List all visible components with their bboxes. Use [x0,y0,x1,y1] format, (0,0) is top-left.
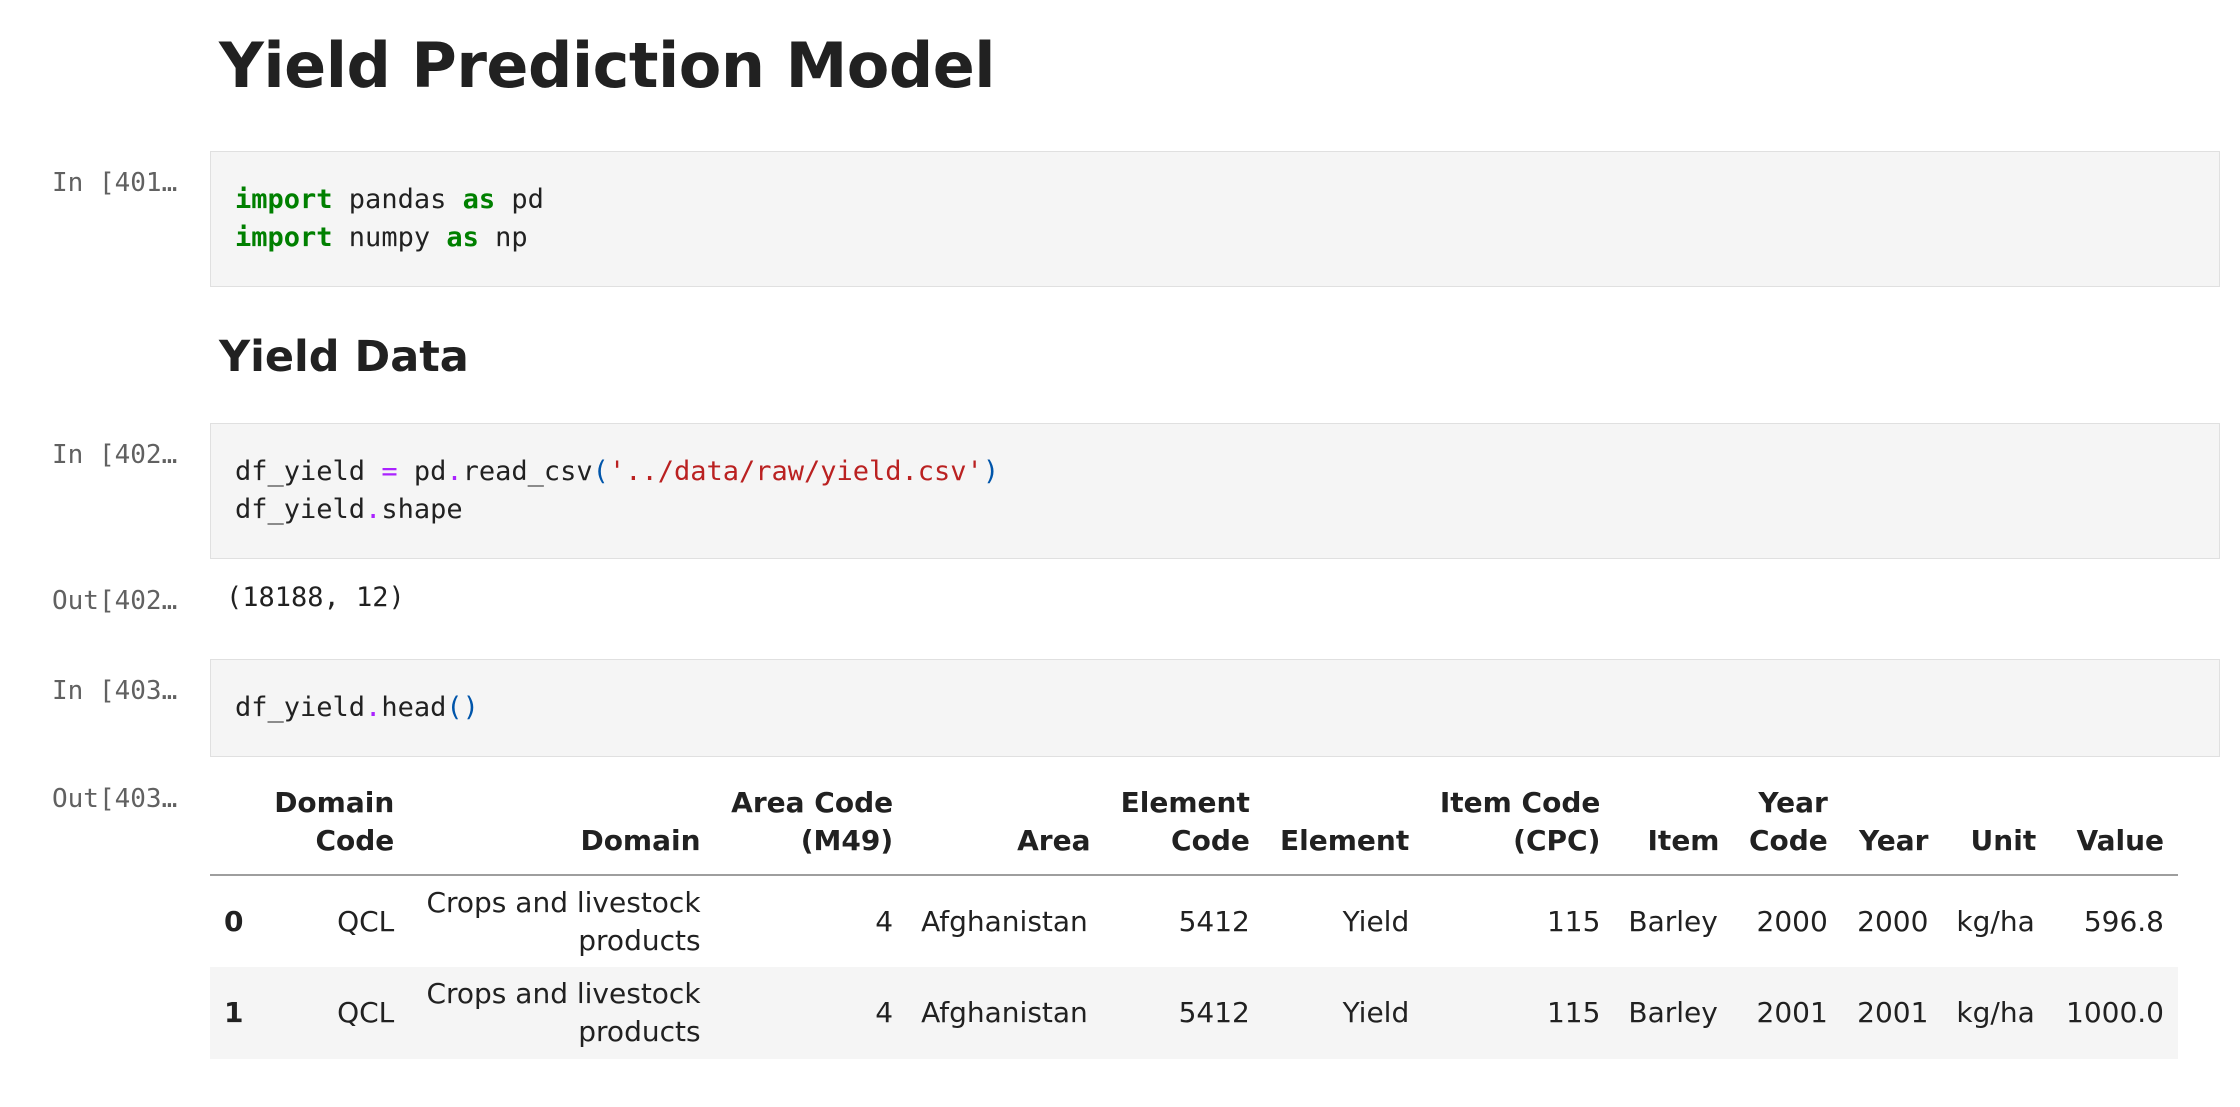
code-token: . [446,456,463,487]
column-header: Domain [408,778,715,876]
code-token: '../data/raw/yield.csv' [608,456,983,487]
table-cell: 596.8 [2083,904,2164,938]
table-cell: Crops and livestock products [408,967,715,1059]
code-cell-403[interactable]: df_yield.head() [210,659,2220,757]
code-token: = [381,456,398,487]
code-token: np [478,222,528,253]
table-cell: Yield [1263,967,1424,1059]
table-cell: kg/ha [1942,967,2051,1059]
code-token: df_yield [235,692,366,723]
code-token: read_csv [462,456,593,487]
code-token: df_yield [235,494,366,525]
table-cell: QCL [258,967,409,1059]
column-header: Area [907,778,1105,876]
code-token: head [381,692,447,723]
table-cell: Afghanistan [921,904,1088,938]
table-cell: Barley [1628,904,1718,938]
column-header: Year Code [1733,778,1842,876]
output-prompt-402: Out[402… [52,586,178,616]
table-cell: kg/ha [1956,904,2035,938]
code-token: pandas [332,184,463,215]
table-cell: 4 [875,904,894,938]
column-header: Domain Code [258,778,409,876]
output-prompt-403: Out[403… [52,784,178,814]
code-token: df_yield [235,456,382,487]
input-prompt-402: In [402… [52,440,178,470]
table-cell: 1000.0 [2050,967,2178,1059]
code-token: import [235,222,333,253]
table-cell: 5412 [1178,904,1250,938]
code-cell-402[interactable]: df_yield = pd.read_csv('../data/raw/yiel… [210,423,2220,559]
code-token: numpy [332,222,447,253]
code-token: import [235,184,333,215]
table-row: 1 QCL Crops and livestock products 4 Afghanis… [210,967,2178,1059]
code-editor[interactable]: df_yield = pd.read_csv('../data/raw/yiel… [211,424,2219,558]
column-header: Area Code (M49) [714,778,908,876]
table-cell: Afghanistan [907,967,1105,1059]
code-token: as [462,184,496,215]
row-index: 0 [224,904,244,938]
code-cell-401[interactable]: import pandas as pd import numpy as np [210,151,2220,287]
section-heading: Yield Data [219,332,469,382]
table-cell: 115 [1546,904,1601,938]
column-header: Item Code (CPC) [1423,778,1615,876]
table-cell: 5412 [1104,967,1264,1059]
code-token: pd [495,184,544,215]
input-prompt-401: In [401… [52,168,178,198]
code-token: . [365,692,382,723]
table-cell: Crops and livestock products [426,885,701,957]
column-header: Year [1841,778,1943,876]
table-cell: 115 [1423,967,1615,1059]
code-token: . [365,494,382,525]
table-row: 0 QCL Crops and livestock products 4 Afghanis… [210,875,2178,967]
table-cell: 2000 [1756,904,1828,938]
code-token: shape [381,494,463,525]
table-cell: QCL [337,904,395,938]
table-cell: 2000 [1857,904,1929,938]
code-token: () [446,692,479,723]
column-header: Element Code [1104,778,1264,876]
column-header: Element [1263,778,1424,876]
code-token: ( [592,456,609,487]
table-cell: 4 [714,967,908,1059]
column-header: Value [2050,778,2178,876]
column-header: Unit [1942,778,2051,876]
dataframe-table: Domain Code Domain Area Code (M49) Area Elemen… [210,778,2178,1059]
code-token: as [446,222,479,253]
table-cell: 2001 [1733,967,1842,1059]
column-header: Item [1614,778,1734,876]
table-header-row: Domain Code Domain Area Code (M49) Area Elemen… [210,778,2178,876]
notebook-title: Yield Prediction Model [219,29,996,102]
column-header [210,778,259,876]
input-prompt-403: In [403… [52,676,178,706]
table-cell: Barley [1614,967,1734,1059]
table-cell: 2001 [1841,967,1943,1059]
code-token: ) [982,456,1000,487]
table-cell: Yield [1342,904,1410,938]
code-token: pd [397,456,447,487]
cell-output-text: (18188, 12) [226,582,405,613]
code-editor[interactable]: df_yield.head() [211,660,2219,756]
code-editor[interactable]: import pandas as pd import numpy as np [211,152,2219,286]
row-index: 1 [210,967,259,1059]
